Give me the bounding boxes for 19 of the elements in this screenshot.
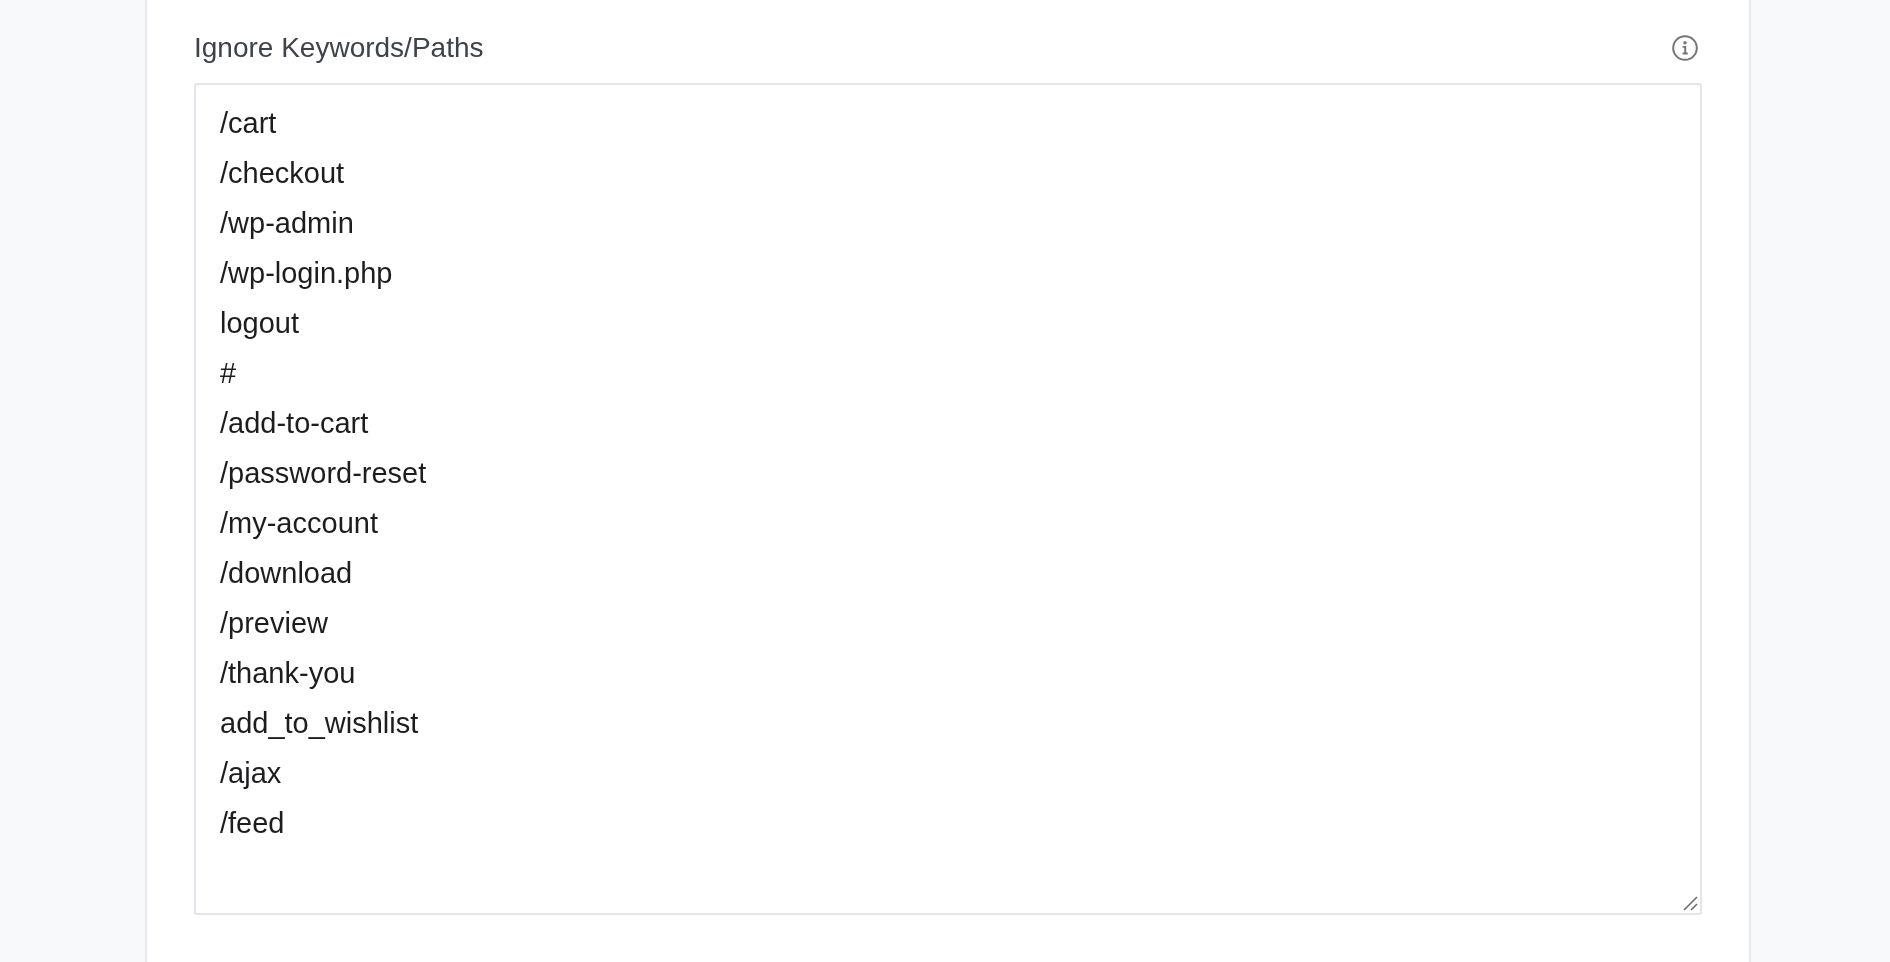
path-line: /feed (220, 807, 285, 839)
field-label: Ignore Keywords/Paths (194, 31, 484, 65)
path-line: logout (220, 307, 299, 339)
path-line: add_to_wishlist (220, 707, 419, 739)
path-line: /wp-admin (220, 207, 354, 239)
path-line: /ajax (220, 757, 282, 789)
resize-grip-icon[interactable] (1683, 896, 1698, 911)
path-line: /preview (220, 607, 328, 639)
path-line: /add-to-cart (220, 407, 369, 439)
path-line: /checkout (220, 157, 345, 189)
path-line: /password-reset (220, 457, 427, 489)
path-line: /my-account (220, 507, 378, 539)
textarea-field[interactable]: /cart /checkout /wp-admin /wp-login.php logout # /add-to-cart /password-reset /my-account /download /preview /thank-you add_to_wishlist /ajax /feed (194, 83, 1702, 915)
info-icon[interactable] (1672, 35, 1698, 61)
path-line: /cart (220, 107, 277, 139)
path-line: /wp-login.php (220, 257, 393, 289)
path-line: # (220, 357, 237, 389)
path-line: /thank-you (220, 657, 356, 689)
path-line: /download (220, 557, 353, 589)
